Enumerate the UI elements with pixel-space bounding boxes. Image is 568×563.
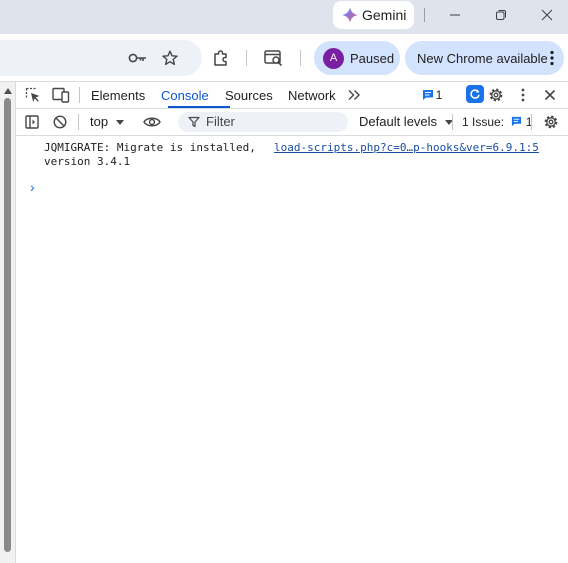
key-icon bbox=[128, 53, 146, 63]
profile-status: Paused bbox=[350, 50, 395, 66]
scroll-up-arrow[interactable] bbox=[4, 88, 12, 94]
more-vert-icon bbox=[550, 50, 554, 66]
ai-assistance-button[interactable] bbox=[466, 82, 484, 106]
device-toolbar-button[interactable] bbox=[52, 82, 70, 108]
message-icon bbox=[422, 90, 433, 100]
tab-console[interactable]: Console bbox=[161, 82, 209, 108]
funnel-icon bbox=[188, 116, 200, 128]
block-icon bbox=[53, 115, 67, 129]
toolbar-separator bbox=[246, 50, 247, 66]
close-window-button[interactable] bbox=[536, 5, 558, 25]
inspect-element-button[interactable] bbox=[24, 82, 42, 108]
tab-network[interactable]: Network bbox=[288, 82, 336, 108]
issues-label: 1 Issue: bbox=[462, 115, 505, 129]
ai-assistance-badge bbox=[466, 85, 484, 103]
gear-icon bbox=[544, 115, 558, 129]
filterbar-separator bbox=[78, 114, 79, 130]
log-levels-label: Default levels bbox=[359, 114, 438, 129]
devtools-settings-button[interactable] bbox=[487, 82, 505, 108]
extensions-button[interactable] bbox=[209, 46, 233, 70]
tab-sources[interactable]: Sources bbox=[225, 82, 273, 108]
console-toolbar: top Filter Default levels 1 Issue: 1 bbox=[16, 109, 568, 136]
log-levels-dropdown[interactable]: Default levels bbox=[359, 109, 453, 135]
context-label: top bbox=[90, 114, 109, 129]
console-message: JQMIGRATE: Migrate is installed, version… bbox=[44, 141, 256, 169]
profile-button[interactable]: A Paused bbox=[314, 41, 400, 75]
password-key-button[interactable] bbox=[126, 46, 150, 70]
more-tabs-button[interactable] bbox=[346, 82, 362, 108]
gemini-sparkle-icon bbox=[342, 7, 358, 23]
clear-console-button[interactable] bbox=[52, 109, 68, 135]
close-icon bbox=[544, 89, 556, 101]
message-icon bbox=[512, 116, 522, 127]
eye-icon bbox=[143, 117, 161, 127]
issues-badge-count: 1 bbox=[435, 88, 443, 102]
filterbar-separator bbox=[531, 114, 532, 130]
toolbar-separator bbox=[300, 50, 301, 66]
restore-button[interactable] bbox=[490, 5, 512, 25]
device-icon bbox=[52, 87, 70, 103]
minimize-button[interactable] bbox=[444, 5, 466, 25]
devtools-menu-button[interactable] bbox=[515, 82, 531, 108]
gemini-label: Gemini bbox=[362, 7, 407, 23]
update-label: New Chrome available bbox=[417, 50, 548, 66]
console-message-line: version 3.4.1 bbox=[44, 155, 131, 168]
chrome-update-button[interactable]: New Chrome available bbox=[405, 41, 564, 75]
console-settings-button[interactable] bbox=[542, 109, 560, 135]
close-icon bbox=[541, 9, 553, 21]
puzzle-icon bbox=[214, 50, 227, 66]
gemini-button[interactable]: Gemini bbox=[333, 1, 414, 29]
star-icon bbox=[162, 50, 178, 66]
scrollbar-thumb[interactable] bbox=[4, 98, 11, 552]
more-vert-icon bbox=[521, 88, 525, 102]
title-bar: Gemini bbox=[0, 0, 568, 34]
console-message-line: JQMIGRATE: Migrate is installed, bbox=[44, 141, 256, 154]
console-output[interactable]: JQMIGRATE: Migrate is installed, version… bbox=[16, 136, 568, 563]
bookmark-star-button[interactable] bbox=[158, 46, 182, 70]
browser-toolbar: A Paused New Chrome available bbox=[0, 34, 568, 82]
tab-search-button[interactable] bbox=[262, 46, 286, 70]
issues-counter-button[interactable]: 1 Issue: 1 bbox=[462, 109, 532, 135]
address-bar[interactable] bbox=[0, 40, 202, 76]
title-separator bbox=[424, 8, 425, 22]
devtools-tab-bar: Elements Console Sources Network 1 bbox=[16, 82, 568, 109]
chevron-double-right-icon bbox=[348, 90, 360, 100]
active-tab-indicator bbox=[168, 106, 230, 108]
show-sidebar-button[interactable] bbox=[24, 109, 40, 135]
sidebar-icon bbox=[25, 115, 39, 129]
console-message-source-link[interactable]: load-scripts.php?c=0…p-hooks&ver=6.9.1:5 bbox=[274, 141, 539, 155]
tab-search-icon bbox=[264, 50, 283, 67]
filter-input[interactable]: Filter bbox=[178, 112, 348, 132]
inspect-icon bbox=[25, 87, 40, 102]
devtools-panel: Elements Console Sources Network 1 top F… bbox=[0, 82, 568, 563]
live-expression-button[interactable] bbox=[142, 109, 162, 135]
avatar: A bbox=[323, 47, 344, 69]
page-scrollbar[interactable] bbox=[0, 82, 16, 563]
close-devtools-button[interactable] bbox=[542, 82, 558, 108]
tab-elements[interactable]: Elements bbox=[91, 82, 145, 108]
filter-placeholder: Filter bbox=[206, 114, 235, 129]
issues-badge-button[interactable]: 1 bbox=[421, 82, 443, 108]
console-prompt[interactable]: › bbox=[30, 179, 35, 195]
filterbar-separator bbox=[452, 114, 453, 130]
minimize-icon bbox=[450, 14, 460, 16]
tabbar-separator bbox=[79, 87, 80, 103]
restore-icon bbox=[496, 10, 506, 20]
context-selector[interactable]: top bbox=[90, 109, 124, 135]
gear-icon bbox=[489, 88, 503, 102]
caret-down-icon bbox=[115, 120, 124, 125]
refresh-sparkle-icon bbox=[470, 89, 480, 99]
